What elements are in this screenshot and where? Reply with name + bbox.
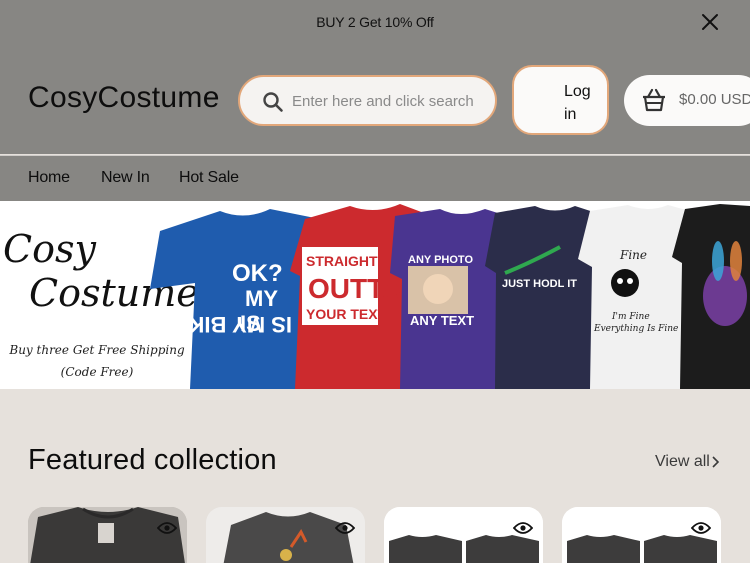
site-header: CosyCostume Log in $0.00 USD <box>0 44 750 154</box>
view-all-link[interactable]: View all <box>655 453 710 471</box>
product-card[interactable] <box>562 507 721 563</box>
eye-icon[interactable] <box>691 521 711 535</box>
product-image <box>384 507 543 563</box>
svg-text:ANY PHOTO: ANY PHOTO <box>408 254 473 266</box>
product-card[interactable] <box>28 507 187 563</box>
chevron-right-icon[interactable] <box>711 455 721 469</box>
cart-button[interactable]: $0.00 USD <box>624 75 750 126</box>
nav-item-new-in[interactable]: New In <box>101 169 150 187</box>
eye-icon[interactable] <box>157 521 177 535</box>
hero-tshirts-image: IS MY BIKE OK? OK? MY IS STRAIGHT OUTTA … <box>150 204 750 389</box>
product-image <box>562 507 721 563</box>
eye-icon[interactable] <box>335 521 355 535</box>
svg-text:IS: IS <box>240 311 261 336</box>
nav-item-home[interactable]: Home <box>28 169 70 187</box>
announcement-bar: BUY 2 Get 10% Off <box>0 0 750 44</box>
eye-icon[interactable] <box>513 521 533 535</box>
search-input[interactable] <box>292 89 478 113</box>
close-icon[interactable] <box>700 12 720 32</box>
svg-text:STRAIGHT: STRAIGHT <box>306 253 378 269</box>
announcement-text: BUY 2 Get 10% Off <box>316 14 434 30</box>
svg-text:OUTTA: OUTTA <box>308 273 402 304</box>
search-icon[interactable] <box>262 91 284 113</box>
cart-icon <box>643 88 665 112</box>
svg-text:YOUR TEXT: YOUR TEXT <box>306 306 387 322</box>
svg-text:Fine: Fine <box>619 248 647 262</box>
hero-title-line1: Cosy <box>3 227 96 271</box>
main-nav: Home New In Hot Sale <box>0 155 750 201</box>
product-card[interactable] <box>206 507 365 563</box>
login-button[interactable]: Log in <box>512 65 609 135</box>
svg-text:ANY TEXT: ANY TEXT <box>410 313 474 328</box>
svg-text:IS MY BIKE OK?: IS MY BIKE OK? <box>150 312 292 337</box>
svg-text:OK?: OK? <box>232 260 283 287</box>
product-image <box>28 507 187 563</box>
product-image <box>206 507 365 563</box>
site-logo[interactable]: CosyCostume <box>28 81 220 115</box>
svg-text:Everything Is Fine: Everything Is Fine <box>593 324 678 334</box>
product-card[interactable] <box>384 507 543 563</box>
login-label: Log in <box>564 83 591 123</box>
nav-item-hot-sale[interactable]: Hot Sale <box>179 169 239 187</box>
hero-shirt-black <box>672 204 750 389</box>
svg-text:JUST HODL IT: JUST HODL IT <box>502 278 577 290</box>
cart-total: $0.00 USD <box>679 91 750 108</box>
search-box[interactable] <box>238 75 497 126</box>
svg-text:MY: MY <box>245 286 278 311</box>
hero-banner[interactable]: Cosy Costume Buy three Get Free Shipping… <box>0 201 750 389</box>
featured-title: Featured collection <box>28 444 277 476</box>
svg-text:I'm Fine: I'm Fine <box>611 312 650 322</box>
